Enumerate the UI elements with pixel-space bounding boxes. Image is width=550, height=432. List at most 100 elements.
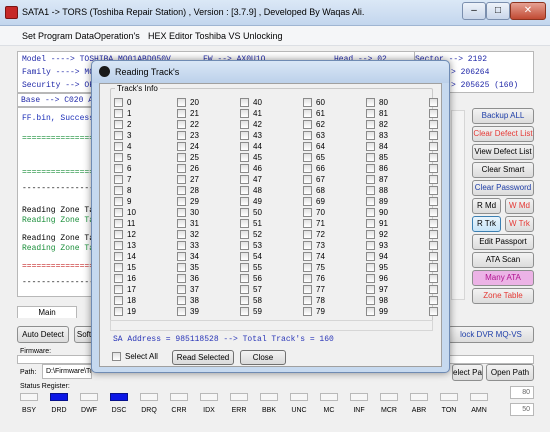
track-checkbox[interactable]: 25 — [177, 153, 199, 163]
track-checkbox[interactable]: 31 — [177, 219, 199, 229]
menu-operations[interactable]: Operation's — [94, 31, 140, 41]
track-checkbox-clipped[interactable] — [429, 131, 438, 140]
track-checkbox[interactable]: 78 — [303, 296, 325, 306]
track-checkbox[interactable]: 80 — [366, 98, 388, 108]
path-field[interactable]: D:\Firmware\Toshiba — [42, 364, 92, 379]
track-checkbox-clipped[interactable] — [429, 197, 438, 206]
track-checkbox[interactable]: 66 — [303, 164, 325, 174]
track-checkbox[interactable]: 68 — [303, 186, 325, 196]
track-checkbox[interactable]: 67 — [303, 175, 325, 185]
track-checkbox[interactable]: 73 — [303, 241, 325, 251]
track-checkbox[interactable]: 61 — [303, 109, 325, 119]
track-checkbox[interactable]: 76 — [303, 274, 325, 284]
track-checkbox[interactable]: 70 — [303, 208, 325, 218]
track-checkbox[interactable]: 97 — [366, 285, 388, 295]
track-checkbox[interactable]: 47 — [240, 175, 262, 185]
track-checkbox[interactable]: 53 — [240, 241, 262, 251]
track-checkbox[interactable]: 2 — [114, 120, 131, 130]
track-checkbox[interactable]: 48 — [240, 186, 262, 196]
track-checkbox[interactable]: 96 — [366, 274, 388, 284]
track-checkbox[interactable]: 74 — [303, 252, 325, 262]
track-checkbox[interactable]: 56 — [240, 274, 262, 284]
maximize-button[interactable]: □ — [486, 2, 510, 20]
track-checkbox-clipped[interactable] — [429, 120, 438, 129]
track-checkbox[interactable]: 21 — [177, 109, 199, 119]
track-checkbox[interactable]: 5 — [114, 153, 131, 163]
track-checkbox-clipped[interactable] — [429, 153, 438, 162]
track-checkbox[interactable]: 38 — [177, 296, 199, 306]
track-checkbox[interactable]: 18 — [114, 296, 136, 306]
track-checkbox[interactable]: 11 — [114, 219, 135, 229]
track-checkbox-clipped[interactable] — [429, 263, 438, 272]
track-checkbox[interactable]: 89 — [366, 197, 388, 207]
track-checkbox-clipped[interactable] — [429, 296, 438, 305]
track-checkbox[interactable]: 94 — [366, 252, 388, 262]
track-checkbox[interactable]: 52 — [240, 230, 262, 240]
track-checkbox-clipped[interactable] — [429, 252, 438, 261]
track-checkbox[interactable]: 86 — [366, 164, 388, 174]
track-checkbox[interactable]: 8 — [114, 186, 131, 196]
track-checkbox[interactable]: 46 — [240, 164, 262, 174]
track-checkbox[interactable]: 12 — [114, 230, 136, 240]
track-checkbox[interactable]: 64 — [303, 142, 325, 152]
track-checkbox[interactable]: 15 — [114, 263, 136, 273]
track-checkbox[interactable]: 50 — [240, 208, 262, 218]
log-scrollbar[interactable] — [451, 110, 465, 300]
track-checkbox[interactable]: 85 — [366, 153, 388, 163]
track-checkbox[interactable]: 19 — [114, 307, 136, 317]
w-md-button[interactable]: W Md — [505, 198, 534, 214]
track-checkbox-clipped[interactable] — [429, 219, 438, 228]
track-checkbox[interactable]: 59 — [240, 307, 262, 317]
auto-detect-button[interactable]: Auto Detect — [17, 326, 69, 343]
menu-toshiba-vs-unlocking[interactable]: Toshiba VS Unlocking — [195, 31, 283, 41]
r-md-button[interactable]: R Md — [472, 198, 501, 214]
track-checkbox[interactable]: 0 — [114, 98, 131, 108]
track-checkbox[interactable]: 39 — [177, 307, 199, 317]
track-checkbox[interactable]: 43 — [240, 131, 262, 141]
track-checkbox[interactable]: 79 — [303, 307, 325, 317]
track-checkbox[interactable]: 24 — [177, 142, 199, 152]
track-checkbox[interactable]: 62 — [303, 120, 325, 130]
zone-table-button[interactable]: Zone Table — [472, 288, 534, 304]
track-checkbox-clipped[interactable] — [429, 230, 438, 239]
track-checkbox[interactable]: 75 — [303, 263, 325, 273]
track-checkbox[interactable]: 95 — [366, 263, 388, 273]
track-checkbox[interactable]: 30 — [177, 208, 199, 218]
track-checkbox[interactable]: 83 — [366, 131, 388, 141]
track-checkbox[interactable]: 33 — [177, 241, 199, 251]
clear-defect-list-button[interactable]: Clear Defect List — [472, 126, 534, 142]
track-checkbox-clipped[interactable] — [429, 142, 438, 151]
track-checkbox[interactable]: 22 — [177, 120, 199, 130]
track-checkbox[interactable]: 32 — [177, 230, 199, 240]
track-checkbox[interactable]: 17 — [114, 285, 136, 295]
track-checkbox[interactable]: 57 — [240, 285, 262, 295]
track-checkbox[interactable]: 36 — [177, 274, 199, 284]
track-checkbox[interactable]: 20 — [177, 98, 199, 108]
select-all-checkbox[interactable]: Select All — [112, 352, 158, 361]
track-checkbox[interactable]: 81 — [366, 109, 388, 119]
track-checkbox-clipped[interactable] — [429, 109, 438, 118]
track-checkbox[interactable]: 41 — [240, 109, 262, 119]
track-checkbox[interactable]: 45 — [240, 153, 262, 163]
track-checkbox[interactable]: 88 — [366, 186, 388, 196]
track-checkbox[interactable]: 27 — [177, 175, 199, 185]
track-checkbox[interactable]: 28 — [177, 186, 199, 196]
track-checkbox-clipped[interactable] — [429, 164, 438, 173]
menu-hex-editor[interactable]: HEX Editor — [148, 31, 193, 41]
track-checkbox-clipped[interactable] — [429, 98, 438, 107]
track-checkbox[interactable]: 35 — [177, 263, 199, 273]
track-checkbox[interactable]: 93 — [366, 241, 388, 251]
track-checkbox-clipped[interactable] — [429, 285, 438, 294]
track-checkbox-clipped[interactable] — [429, 274, 438, 283]
track-checkbox[interactable]: 7 — [114, 175, 131, 185]
edit-passport-button[interactable]: Edit Passport — [472, 234, 534, 250]
track-checkbox[interactable]: 91 — [366, 219, 388, 229]
track-checkbox[interactable]: 34 — [177, 252, 199, 262]
read-selected-button[interactable]: Read Selected — [172, 350, 234, 365]
clear-password-button[interactable]: Clear Password — [472, 180, 534, 196]
track-checkbox[interactable]: 90 — [366, 208, 388, 218]
track-checkbox[interactable]: 29 — [177, 197, 199, 207]
track-checkbox[interactable]: 58 — [240, 296, 262, 306]
track-checkbox[interactable]: 3 — [114, 131, 131, 141]
track-checkbox[interactable]: 1 — [114, 109, 131, 119]
